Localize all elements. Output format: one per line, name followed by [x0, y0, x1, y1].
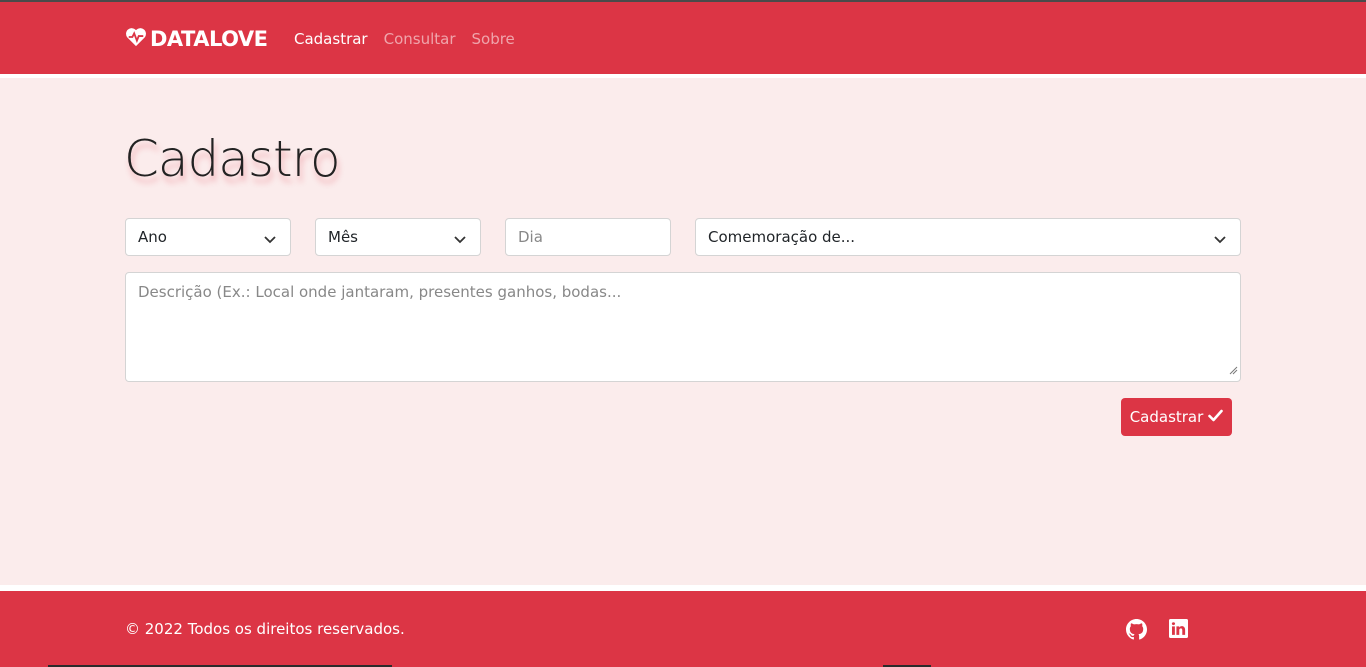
nav-menu: Cadastrar Consultar Sobre — [294, 30, 531, 48]
day-input[interactable]: Dia — [505, 218, 671, 256]
brand-logo[interactable]: DATALOVE — [125, 26, 268, 52]
main-content: Cadastro Ano Mês Dia Comemoração de... D… — [0, 78, 1366, 585]
month-select[interactable]: Mês — [315, 218, 481, 256]
occasion-select-value: Comemoração de... — [708, 228, 856, 246]
check-icon — [1208, 408, 1224, 426]
github-icon[interactable] — [1126, 619, 1147, 644]
heart-pulse-icon — [125, 27, 150, 52]
nav-link-consultar[interactable]: Consultar — [384, 30, 456, 48]
brand-name: DATALOVE — [150, 27, 268, 51]
description-placeholder: Descrição (Ex.: Local onde jantaram, pre… — [138, 283, 622, 301]
occasion-select[interactable]: Comemoração de... — [695, 218, 1241, 256]
submit-button[interactable]: Cadastrar — [1121, 398, 1232, 436]
linkedin-icon[interactable] — [1169, 619, 1188, 642]
chevron-down-icon — [264, 231, 276, 249]
submit-button-label: Cadastrar — [1129, 408, 1204, 426]
copyright-text: © 2022 Todos os direitos reservados. — [125, 620, 405, 638]
resize-grip-icon[interactable] — [1229, 361, 1238, 379]
month-select-value: Mês — [328, 228, 358, 246]
description-textarea[interactable]: Descrição (Ex.: Local onde jantaram, pre… — [125, 272, 1241, 382]
nav-link-sobre[interactable]: Sobre — [472, 30, 515, 48]
footer: © 2022 Todos os direitos reservados. — [0, 591, 1366, 667]
page-title: Cadastro — [124, 130, 341, 188]
day-input-placeholder: Dia — [518, 228, 543, 246]
nav-link-cadastrar[interactable]: Cadastrar — [294, 30, 368, 48]
year-select-value: Ano — [138, 228, 167, 246]
chevron-down-icon — [1214, 231, 1226, 249]
chevron-down-icon — [454, 231, 466, 249]
year-select[interactable]: Ano — [125, 218, 291, 256]
navbar: DATALOVE Cadastrar Consultar Sobre — [0, 2, 1366, 74]
